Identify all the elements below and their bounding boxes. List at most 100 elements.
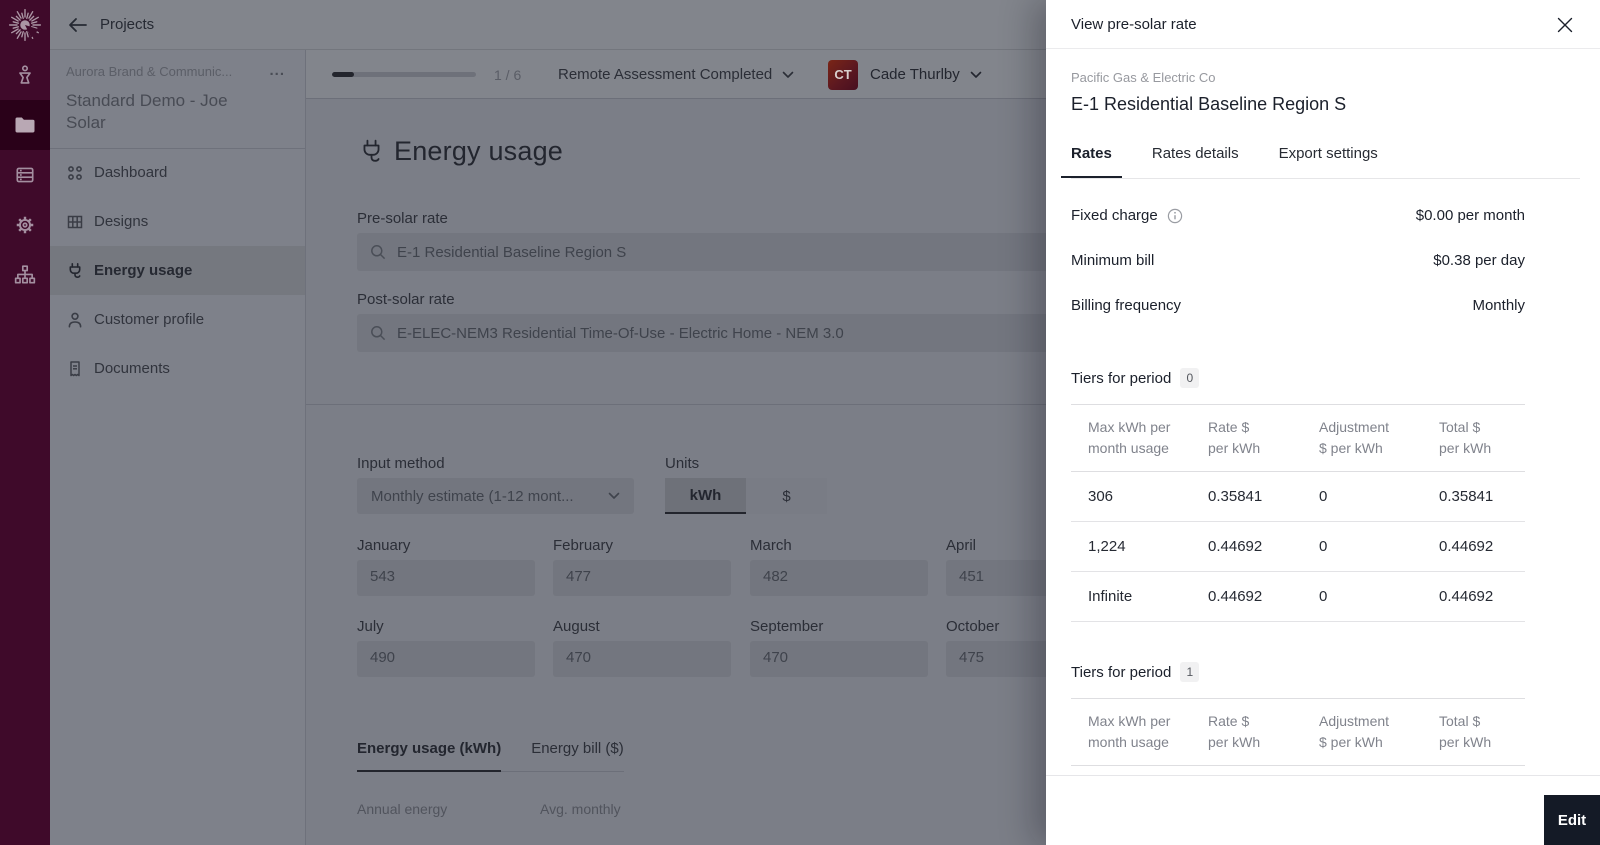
project-nav: Dashboard Designs Energy usage Customer … — [50, 148, 305, 393]
month-input-january[interactable] — [370, 568, 520, 585]
fixed-charge-value: $0.00 per month — [1415, 207, 1525, 224]
assignee-name: Cade Thurlby — [870, 66, 960, 83]
plug-icon — [358, 138, 385, 165]
sidebar-item-dashboard[interactable]: Dashboard — [50, 148, 305, 197]
month-input-september[interactable] — [763, 649, 913, 666]
tiers-period-0-table: Max kWh per month usage Rate $ per kWh Adj… — [1071, 404, 1525, 622]
month-label-october: October — [946, 618, 1000, 635]
assignee-dropdown[interactable]: CT Cade Thurlby — [828, 50, 982, 99]
designs-grid-icon — [66, 213, 84, 231]
sidebar-item-label: Energy usage — [94, 262, 193, 279]
org-chart-icon[interactable] — [0, 250, 50, 300]
month-field-march[interactable] — [750, 560, 928, 596]
tab-energy-bill[interactable]: Energy bill ($) — [531, 740, 624, 771]
avatar: CT — [828, 59, 858, 90]
month-label-april: April — [946, 537, 977, 554]
input-method-select[interactable]: Monthly estimate (1-12 mont... — [357, 478, 634, 514]
panel-footer: Edit — [1046, 775, 1600, 845]
month-field-february[interactable] — [553, 560, 731, 596]
sidebar-item-label: Documents — [94, 360, 170, 377]
sidebar-item-documents[interactable]: Documents — [50, 344, 305, 393]
month-input-august[interactable] — [566, 649, 716, 666]
month-label-february: February — [553, 537, 614, 554]
dashboard-dots-icon — [66, 164, 84, 182]
sidebar-item-label: Designs — [94, 213, 149, 230]
progress-bar-fill — [332, 72, 354, 77]
panel-header: View pre-solar rate — [1046, 0, 1600, 49]
month-label-march: March — [750, 537, 792, 554]
rate-tabs: Rates Rates details Export settings — [1061, 145, 1525, 178]
units-toggle: kWh $ — [665, 478, 827, 514]
tabs-divider — [1071, 178, 1580, 179]
page-title: Energy usage — [394, 136, 564, 166]
back-button[interactable] — [68, 17, 88, 33]
month-field-september[interactable] — [750, 641, 928, 677]
plug-icon — [66, 262, 84, 280]
tab-energy-usage-kwh[interactable]: Energy usage (kWh) — [357, 740, 502, 772]
status-dropdown[interactable]: Remote Assessment Completed — [558, 50, 794, 99]
database-icon[interactable] — [0, 150, 50, 200]
app-window: Projects Aurora Brand & Communic... ... … — [0, 0, 1600, 845]
tab-rates-details[interactable]: Rates details — [1142, 145, 1249, 178]
tiers-period-1-table: Max kWh per month usage Rate $ per kWh Adj… — [1071, 698, 1525, 766]
usage-tabs: Energy usage (kWh) Energy bill ($) — [357, 740, 624, 772]
table-header-row: Max kWh per month usage Rate $ per kWh Adj… — [1071, 405, 1525, 472]
month-field-august[interactable] — [553, 641, 731, 677]
table-row: 306 0.35841 0 0.35841 — [1071, 472, 1525, 522]
rate-summary: Fixed charge $0.00 per month Minimum bil… — [1071, 193, 1525, 328]
month-input-february[interactable] — [566, 568, 716, 585]
tab-rates[interactable]: Rates — [1061, 145, 1122, 178]
org-name: Aurora Brand & Communic... — [66, 64, 233, 79]
tiers-heading-text: Tiers for period — [1071, 369, 1172, 387]
sidebar-item-customer-profile[interactable]: Customer profile — [50, 295, 305, 344]
person-icon — [66, 311, 84, 329]
rate-name: E-1 Residential Baseline Region S — [1071, 94, 1347, 114]
sidebar-item-designs[interactable]: Designs — [50, 197, 305, 246]
period-badge: 1 — [1180, 662, 1200, 682]
sidebar-item-energy-usage[interactable]: Energy usage — [50, 246, 305, 295]
close-icon[interactable] — [1557, 17, 1573, 33]
tiers-heading-text: Tiers for period — [1071, 663, 1172, 681]
sidebar-item-label: Dashboard — [94, 164, 168, 181]
fixed-charge-label: Fixed charge — [1071, 207, 1158, 224]
month-label-january: January — [357, 537, 411, 554]
settings-gear-icon[interactable] — [0, 200, 50, 250]
table-row: 1,224 0.44692 0 0.44692 — [1071, 522, 1525, 572]
fixed-charge-row: Fixed charge $0.00 per month — [1071, 193, 1525, 238]
billing-frequency-row: Billing frequency Monthly — [1071, 283, 1525, 328]
search-icon — [370, 325, 386, 341]
panel-body: Pacific Gas & Electric Co E-1 Residentia… — [1046, 49, 1600, 775]
month-field-july[interactable] — [357, 641, 535, 677]
month-input-march[interactable] — [763, 568, 913, 585]
projects-folder-icon[interactable] — [0, 100, 50, 150]
minimum-bill-value: $0.38 per day — [1433, 252, 1525, 269]
table-header-row: Max kWh per month usage Rate $ per kWh Adj… — [1071, 699, 1525, 766]
month-label-july: July — [357, 618, 384, 635]
progress-count: 1 / 6 — [494, 67, 522, 83]
breadcrumb-projects[interactable]: Projects — [100, 16, 154, 33]
search-icon — [370, 244, 386, 260]
month-field-january[interactable] — [357, 560, 535, 596]
status-label: Remote Assessment Completed — [558, 66, 773, 83]
units-option-dollar[interactable]: $ — [746, 478, 827, 514]
edit-button[interactable]: Edit — [1544, 795, 1600, 845]
units-option-kwh[interactable]: kWh — [665, 478, 746, 514]
month-input-july[interactable] — [370, 649, 520, 666]
tab-export-settings[interactable]: Export settings — [1269, 145, 1388, 178]
tiers-period-0-heading: Tiers for period 0 — [1071, 368, 1525, 388]
overflow-menu-icon[interactable]: ... — [269, 62, 285, 79]
chevron-down-icon — [782, 71, 794, 79]
aurora-logo-icon[interactable] — [0, 0, 50, 50]
utility-name: Pacific Gas & Electric Co — [1071, 70, 1216, 85]
table-row: Infinite 0.44692 0 0.44692 — [1071, 572, 1525, 622]
info-icon[interactable] — [1167, 208, 1183, 224]
view-pre-solar-rate-panel: View pre-solar rate Pacific Gas & Electr… — [1046, 0, 1600, 845]
chevron-down-icon — [970, 71, 982, 79]
leads-icon[interactable] — [0, 50, 50, 100]
input-method-value: Monthly estimate (1-12 mont... — [371, 487, 574, 505]
pre-solar-rate-label: Pre-solar rate — [357, 210, 448, 227]
panel-title: View pre-solar rate — [1071, 16, 1197, 33]
minimum-bill-label: Minimum bill — [1071, 252, 1155, 269]
project-title: Standard Demo - Joe Solar — [66, 91, 228, 132]
document-icon — [66, 360, 84, 378]
